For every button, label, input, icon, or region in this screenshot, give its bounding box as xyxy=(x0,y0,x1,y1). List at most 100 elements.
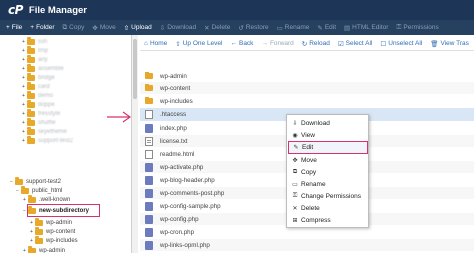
php-file-icon xyxy=(145,227,153,237)
tree-item-blurred[interactable]: + support-test2 xyxy=(22,136,73,145)
folder-icon xyxy=(27,73,35,81)
copy-icon: ⧉ xyxy=(292,168,298,175)
permissions-button[interactable]: ⚿ Permissions xyxy=(392,20,442,35)
tree-item-blurred[interactable]: + assemble xyxy=(22,64,64,73)
home-icon: ⌂ xyxy=(144,40,148,47)
tree-item-blurred[interactable]: + ssh xyxy=(22,37,47,46)
pencil-icon: ✎ xyxy=(317,24,323,32)
compress-icon: ⊞ xyxy=(292,217,298,224)
forward-button[interactable]: → Forward xyxy=(257,40,297,47)
restore-button[interactable]: ↺ Restore xyxy=(234,20,272,35)
up-one-level-button[interactable]: ⇧ Up One Level xyxy=(171,40,226,48)
tree-item-blurred[interactable]: + skyetheme xyxy=(22,127,67,136)
app-title: File Manager xyxy=(28,4,87,16)
folder-icon xyxy=(27,82,35,90)
tree-scrollbar[interactable] xyxy=(132,35,138,253)
folder-icon xyxy=(27,37,35,45)
tree-item-wp-admin-2[interactable]: + wp-admin xyxy=(23,246,65,253)
copy-icon: ⧉ xyxy=(62,23,68,31)
tree-item-public-html[interactable]: − public_html xyxy=(16,186,62,195)
unselect-all-button[interactable]: ☐ Unselect All xyxy=(376,40,426,48)
context-menu-copy[interactable]: ⧉ Copy xyxy=(288,166,368,178)
php-file-icon xyxy=(145,175,153,185)
home-button[interactable]: ⌂ Home xyxy=(140,40,171,47)
tree-item-support-test2[interactable]: − support-test2 xyxy=(10,177,61,186)
navigation-toolbar: ⌂ Home ⇧ Up One Level ← Back → Forward ↻ Relo… xyxy=(140,37,474,51)
tree-item-wp-content[interactable]: + wp-content xyxy=(30,227,75,236)
new-file-button[interactable]: + File xyxy=(2,20,26,35)
main-toolbar: + File + Folder ⧉ Copy ✥ Move ⇧ Upload ⇩ Downl… xyxy=(0,20,474,35)
rename-button[interactable]: ▭ Rename xyxy=(273,20,314,35)
level-up-icon: ⇧ xyxy=(175,40,181,48)
folder-icon xyxy=(27,91,35,99)
checkbox-checked-icon: ☑ xyxy=(337,40,344,48)
folder-icon xyxy=(28,195,36,203)
rename-icon: ▭ xyxy=(292,181,298,188)
tree-item-blurred[interactable]: + bridge xyxy=(22,73,55,82)
tree-item-well-known[interactable]: + .well-known xyxy=(23,195,70,204)
tree-item-blurred[interactable]: + shuffle xyxy=(22,118,56,127)
download-button[interactable]: ⇩ Download xyxy=(156,20,200,35)
eye-icon: ◉ xyxy=(292,132,298,139)
upload-button[interactable]: ⇧ Upload xyxy=(120,20,156,35)
tree-item-wp-includes[interactable]: + wp-includes xyxy=(30,236,78,245)
context-menu-download[interactable]: ⇩ Download xyxy=(288,117,368,129)
edit-button[interactable]: ✎ Edit xyxy=(313,20,340,35)
folder-icon xyxy=(15,177,23,185)
view-trash-button[interactable]: 🗑 View Tras xyxy=(426,40,473,48)
context-menu-rename[interactable]: ▭ Rename xyxy=(288,178,368,190)
tree-item-blurred[interactable]: + card xyxy=(22,82,50,91)
copy-button[interactable]: ⧉ Copy xyxy=(59,20,89,35)
folder-icon xyxy=(27,64,35,72)
move-button[interactable]: ✥ Move xyxy=(88,20,119,35)
arrow-left-icon: ← xyxy=(230,40,237,47)
move-icon: ✥ xyxy=(92,24,98,32)
file-icon xyxy=(145,149,153,159)
reload-button[interactable]: ↻ Reload xyxy=(298,40,334,48)
file-row[interactable]: wp-content xyxy=(140,82,474,94)
upload-icon: ⇧ xyxy=(123,24,130,32)
scrollbar-thumb[interactable] xyxy=(133,39,137,99)
back-button[interactable]: ← Back xyxy=(226,40,257,47)
reload-icon: ↻ xyxy=(301,40,308,48)
checkbox-empty-icon: ☐ xyxy=(380,40,387,48)
trash-icon: 🗑 xyxy=(430,40,439,48)
restore-icon: ↺ xyxy=(238,24,244,32)
file-row[interactable]: wp-admin xyxy=(140,70,474,82)
file-row[interactable]: wp-links-opml.php xyxy=(140,239,474,251)
html-editor-button[interactable]: ▤ HTML Editor xyxy=(340,20,392,35)
tree-item-blurred[interactable]: + tmp xyxy=(22,46,48,55)
close-icon: ✕ xyxy=(292,205,298,212)
context-menu-view[interactable]: ◉ View xyxy=(288,129,368,141)
delete-button[interactable]: ✕ Delete xyxy=(200,20,234,35)
folder-icon xyxy=(27,136,35,144)
cpanel-logo: cP xyxy=(8,3,23,17)
file-row[interactable]: wp-includes xyxy=(140,95,474,107)
folder-icon xyxy=(27,46,35,54)
context-menu-delete[interactable]: ✕ Delete xyxy=(288,202,368,214)
context-menu-edit[interactable]: ✎ Edit xyxy=(288,141,368,154)
context-menu-change-permissions[interactable]: ⚿ Change Permissions xyxy=(288,190,368,202)
arrow-right-icon: → xyxy=(261,40,268,47)
tree-item-blurred[interactable]: + doppe xyxy=(22,100,55,109)
context-menu-move[interactable]: ✥ Move xyxy=(288,154,368,166)
context-menu-compress[interactable]: ⊞ Compress xyxy=(288,214,368,226)
move-icon: ✥ xyxy=(292,157,298,164)
php-file-icon xyxy=(145,214,153,224)
tree-item-blurred[interactable]: + any xyxy=(22,55,48,64)
folder-icon xyxy=(27,100,35,108)
folder-icon xyxy=(27,109,35,117)
download-icon: ⇩ xyxy=(292,120,298,127)
context-menu: ⇩ Download ◉ View ✎ Edit ✥ Move ⧉ Copy ▭ Renam… xyxy=(286,114,369,228)
arrow-annotation-icon xyxy=(107,111,132,123)
tree-item-blurred[interactable]: + demo xyxy=(22,91,53,100)
tree-item-wp-admin[interactable]: + wp-admin xyxy=(30,218,72,227)
new-folder-button[interactable]: + Folder xyxy=(26,20,58,35)
folder-icon xyxy=(145,96,153,104)
folder-icon xyxy=(27,55,35,63)
tree-item-blurred[interactable]: + fresstyle xyxy=(22,109,60,118)
folder-icon xyxy=(35,218,43,226)
select-all-button[interactable]: ☑ Select All xyxy=(334,40,377,48)
folder-icon xyxy=(35,236,43,244)
html-editor-icon: ▤ xyxy=(344,24,351,32)
